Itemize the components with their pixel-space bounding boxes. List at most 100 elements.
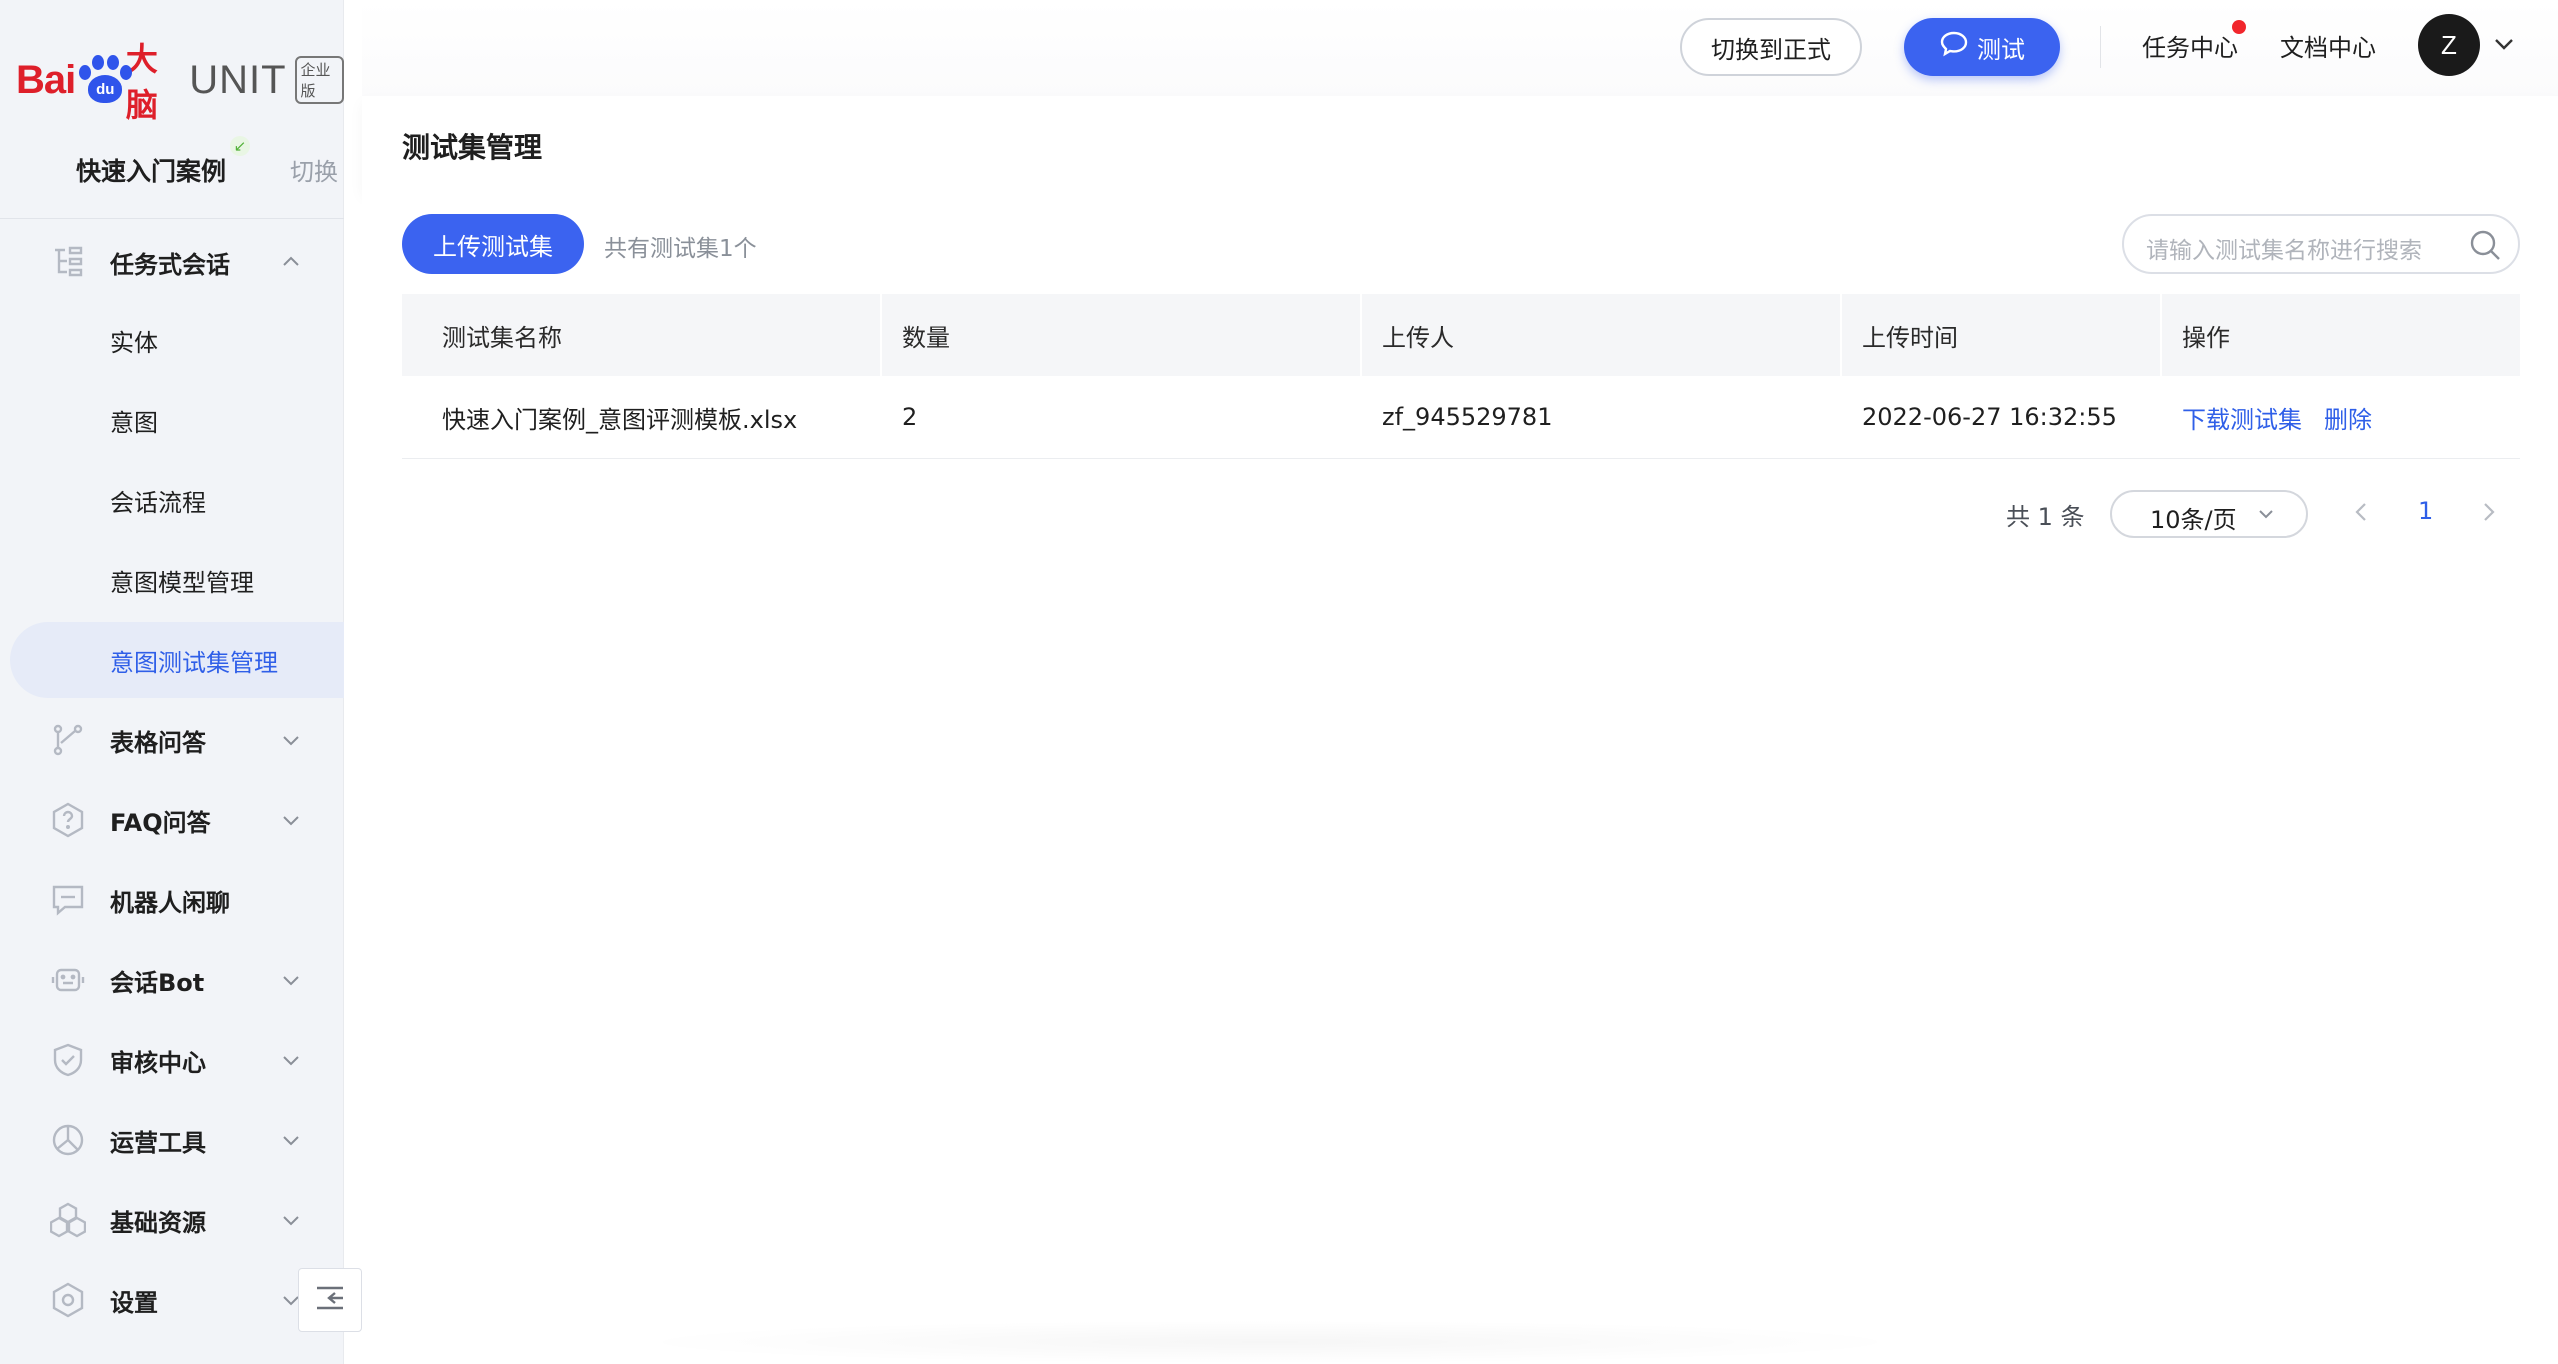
sidebar-subitem-dialog-flow[interactable]: 会话流程: [0, 462, 344, 538]
delete-link[interactable]: 删除: [2324, 376, 2372, 458]
test-button-label: 测试: [1977, 35, 2025, 64]
bottom-shadow: [620, 1320, 1920, 1364]
collapse-icon: [315, 1285, 345, 1315]
header-divider: [2100, 26, 2101, 68]
sidebar-divider: [0, 218, 344, 219]
search-icon[interactable]: [2468, 228, 2502, 266]
baidu-paw-icon: du: [77, 55, 133, 105]
shield-icon: [50, 1042, 86, 1078]
chevron-down-icon: [280, 969, 302, 991]
column-header-name: 测试集名称: [442, 323, 562, 352]
logo-danao-text: 大脑: [125, 40, 158, 124]
switch-to-formal-button[interactable]: 切换到正式: [1680, 18, 1862, 76]
column-divider: [1840, 294, 1842, 376]
sidebar-subitem-label: 意图模型管理: [110, 568, 254, 597]
sidebar-item-label: 表格问答: [110, 728, 206, 757]
search-box[interactable]: 请输入测试集名称进行搜索: [2122, 214, 2520, 274]
prev-page-icon[interactable]: [2350, 500, 2374, 528]
page-size-select[interactable]: 10条/页: [2110, 490, 2308, 538]
cell-uploader: zf_945529781: [1382, 403, 1553, 431]
sidebar-item-label: 审核中心: [110, 1048, 206, 1077]
sidebar-item-label: 机器人闲聊: [110, 888, 230, 917]
sidebar-item-task-dialog[interactable]: 任务式会话: [0, 224, 344, 300]
notification-dot: [2232, 20, 2246, 34]
column-divider: [2160, 294, 2162, 376]
sidebar-subitem-intent-model[interactable]: 意图模型管理: [0, 542, 344, 618]
cell-upload-time: 2022-06-27 16:32:55: [1862, 403, 2117, 431]
upload-testset-button[interactable]: 上传测试集: [402, 214, 584, 274]
project-name: 快速入门案例: [76, 157, 227, 186]
cubes-icon: [50, 1202, 86, 1238]
sidebar: Bai du 大脑 UNIT 企业版 快速入门案例 ↙ 切换 任务式会话 实体 …: [0, 0, 362, 1364]
next-page-icon[interactable]: [2476, 500, 2500, 528]
sidebar-item-base-resources[interactable]: 基础资源: [0, 1182, 344, 1258]
sidebar-item-label: 基础资源: [110, 1208, 206, 1237]
robot-icon: [50, 962, 86, 998]
project-switcher: 快速入门案例 ↙ 切换: [0, 136, 344, 206]
sidebar-subitem-intent-testset[interactable]: 意图测试集管理: [10, 622, 344, 698]
branch-icon: [50, 722, 86, 758]
test-button[interactable]: 测试: [1904, 18, 2060, 76]
sidebar-item-label: FAQ问答: [110, 808, 211, 837]
search-input[interactable]: 请输入测试集名称进行搜索: [2146, 231, 2422, 265]
chevron-down-icon: [280, 1049, 302, 1071]
chevron-down-icon: [280, 729, 302, 751]
chevron-down-icon: [280, 1129, 302, 1151]
sidebar-subitem-label: 意图: [110, 408, 158, 437]
column-header-count: 数量: [902, 323, 950, 352]
sidebar-item-settings[interactable]: 设置: [0, 1262, 344, 1338]
column-header-actions: 操作: [2182, 323, 2230, 352]
chevron-up-icon: [280, 251, 302, 273]
tree-icon: [50, 244, 86, 280]
page-title-bar: 测试集管理: [362, 96, 2558, 192]
column-divider: [1360, 294, 1362, 376]
chevron-down-icon: [280, 809, 302, 831]
question-hexagon-icon: [50, 802, 86, 838]
hexagon-gear-icon: [50, 1282, 86, 1318]
pie-chart-icon: [50, 1122, 86, 1158]
baidu-unit-logo[interactable]: Bai du 大脑 UNIT 企业版: [16, 40, 344, 124]
sidebar-item-label: 任务式会话: [110, 250, 230, 279]
sidebar-item-review-center[interactable]: 审核中心: [0, 1022, 344, 1098]
sidebar-subitem-label: 会话流程: [110, 488, 206, 517]
table-row: 快速入门案例_意图评测模板.xlsx 2 zf_945529781 2022-0…: [402, 376, 2520, 459]
sidebar-subitem-label: 意图测试集管理: [110, 648, 278, 677]
sidebar-item-chitchat[interactable]: 机器人闲聊: [0, 862, 344, 938]
column-header-time: 上传时间: [1862, 323, 1958, 352]
sidebar-item-ops-tools[interactable]: 运营工具: [0, 1102, 344, 1178]
pagination-total: 共 1 条: [2006, 503, 2085, 531]
doc-center-link[interactable]: 文档中心: [2280, 28, 2376, 63]
download-testset-link[interactable]: 下载测试集: [2182, 376, 2302, 458]
switch-project-link[interactable]: 切换: [290, 152, 338, 187]
logo-unit-text: UNIT: [189, 57, 287, 102]
testset-table: 测试集名称 数量 上传人 上传时间 操作 快速入门案例_意图评测模板.xlsx …: [402, 294, 2520, 459]
collapse-sidebar-button[interactable]: [298, 1268, 362, 1332]
sidebar-item-label: 会话Bot: [110, 968, 205, 997]
column-header-uploader: 上传人: [1382, 323, 1454, 352]
chevron-down-icon[interactable]: [2492, 32, 2516, 60]
logo-du-text: du: [88, 75, 123, 103]
sidebar-item-faq[interactable]: FAQ问答: [0, 782, 344, 858]
chevron-down-icon: [2256, 504, 2276, 528]
pin-icon: ↙: [230, 136, 250, 156]
sidebar-subitem-label: 实体: [110, 328, 158, 357]
page-size-value: 10条/页: [2150, 506, 2237, 534]
chat-bubble-icon: [1939, 30, 1977, 64]
avatar[interactable]: Z: [2418, 14, 2480, 76]
page-title: 测试集管理: [402, 131, 543, 164]
task-center-link[interactable]: 任务中心: [2142, 28, 2238, 63]
testset-count: 共有测试集1个: [604, 236, 757, 262]
sidebar-item-label: 运营工具: [110, 1128, 206, 1157]
cell-count: 2: [902, 403, 918, 431]
enterprise-badge: 企业版: [294, 56, 344, 104]
sidebar-item-bot[interactable]: 会话Bot: [0, 942, 344, 1018]
chevron-down-icon: [280, 1209, 302, 1231]
sidebar-subitem-entity[interactable]: 实体: [0, 302, 344, 378]
page-number-current[interactable]: 1: [2418, 497, 2433, 525]
chat-window-icon: [50, 882, 86, 918]
column-divider: [880, 294, 882, 376]
sidebar-item-table-qa[interactable]: 表格问答: [0, 702, 344, 778]
logo-bai-text: Bai: [16, 57, 76, 102]
sidebar-subitem-intent[interactable]: 意图: [0, 382, 344, 458]
sidebar-item-label: 设置: [110, 1288, 158, 1317]
